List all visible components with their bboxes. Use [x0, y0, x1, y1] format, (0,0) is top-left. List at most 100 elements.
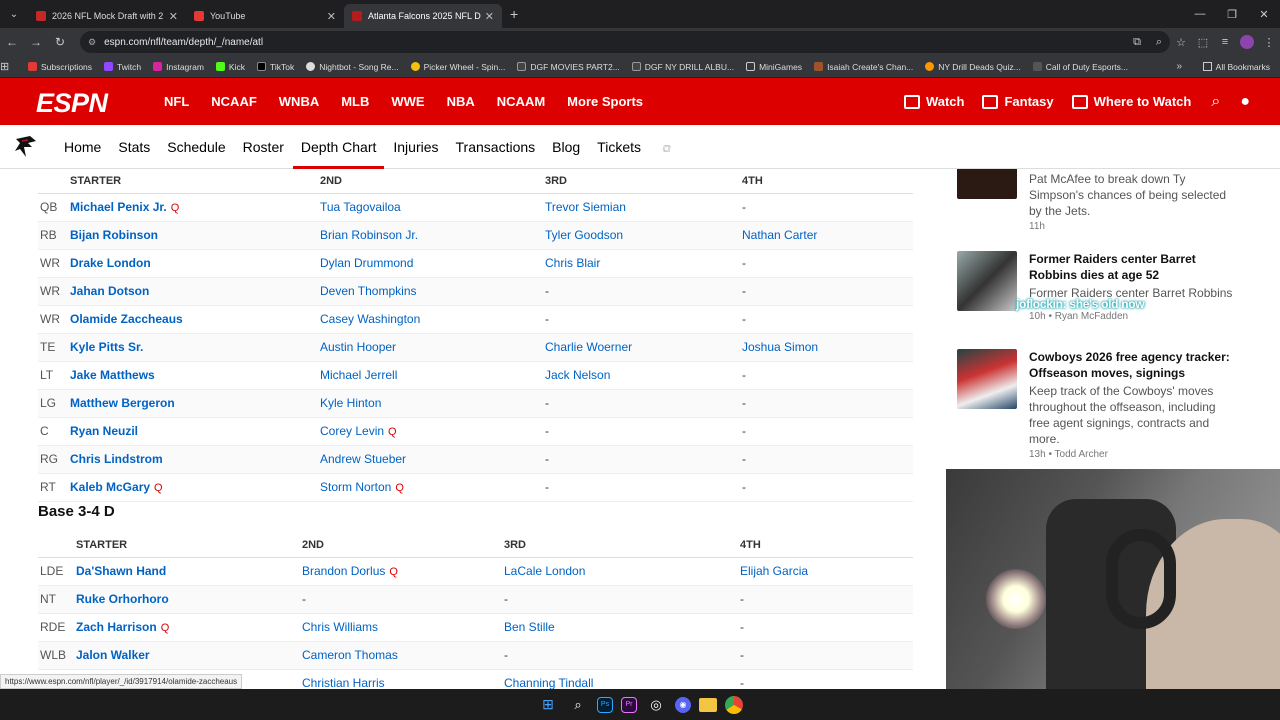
- bookmark-folder[interactable]: MiniGames: [746, 62, 802, 72]
- menu-icon[interactable]: ⋮: [1258, 36, 1280, 49]
- story-title[interactable]: Cowboys 2026 free agency tracker: Offsea…: [1029, 349, 1239, 381]
- player-link[interactable]: Andrew Stueber: [320, 445, 545, 474]
- nav-nfl[interactable]: NFL: [164, 94, 189, 109]
- browser-tab-active[interactable]: Atlanta Falcons 2025 NFL Depth ✕: [344, 4, 502, 28]
- player-link[interactable]: Chris Williams: [302, 613, 504, 642]
- bookmark-item[interactable]: Call of Duty Esports...: [1032, 62, 1128, 72]
- file-explorer-icon[interactable]: [699, 697, 717, 712]
- player-link[interactable]: Tyler Goodson: [545, 221, 742, 250]
- player-link[interactable]: Jahan Dotson: [70, 277, 320, 306]
- player-link[interactable]: Charlie Woerner: [545, 333, 742, 362]
- subnav-transactions[interactable]: Transactions: [456, 125, 536, 169]
- chrome-icon[interactable]: [725, 695, 743, 714]
- player-link[interactable]: Drake London: [70, 249, 320, 278]
- player-link[interactable]: Ryan Neuzil: [70, 417, 320, 446]
- player-link[interactable]: Storm Norton Q: [320, 473, 545, 502]
- bookmark-item[interactable]: Instagram: [153, 62, 204, 72]
- subnav-injuries[interactable]: Injuries: [393, 125, 438, 169]
- nav-mlb[interactable]: MLB: [341, 94, 369, 109]
- story-thumbnail[interactable]: [957, 349, 1017, 409]
- player-link[interactable]: Kaleb McGary Q: [70, 473, 320, 502]
- bookmark-item[interactable]: Picker Wheel - Spin...: [410, 62, 505, 72]
- bookmark-star-icon[interactable]: ☆: [1170, 36, 1192, 49]
- player-link[interactable]: Kyle Pitts Sr.: [70, 333, 320, 362]
- reload-icon[interactable]: ↻: [48, 35, 72, 49]
- new-tab-icon[interactable]: +: [510, 6, 518, 22]
- account-icon[interactable]: ●: [1240, 93, 1250, 111]
- player-link[interactable]: Channing Tindall: [504, 669, 740, 689]
- nav-ncaaf[interactable]: NCAAF: [211, 94, 257, 109]
- bookmark-item[interactable]: Isaiah Create's Chan...: [814, 62, 913, 72]
- subnav-stats[interactable]: Stats: [118, 125, 150, 169]
- player-link[interactable]: Chris Blair: [545, 249, 742, 278]
- watch-link[interactable]: Watch: [903, 94, 964, 109]
- bookmark-item[interactable]: DGF MOVIES PART2...: [517, 62, 620, 72]
- player-link[interactable]: Jack Nelson: [545, 361, 742, 390]
- reading-list-icon[interactable]: ≡: [1214, 36, 1236, 48]
- player-link[interactable]: Trevor Siemian: [545, 193, 742, 222]
- espn-logo[interactable]: ESPN: [36, 88, 108, 119]
- profile-avatar[interactable]: [1240, 35, 1254, 49]
- player-link[interactable]: Zach Harrison Q: [76, 613, 302, 642]
- discord-icon[interactable]: ◉: [675, 696, 691, 713]
- player-link[interactable]: Olamide Zaccheaus: [70, 305, 320, 334]
- install-icon[interactable]: ⧉: [1126, 36, 1148, 49]
- bookmark-item[interactable]: DGF NY DRILL ALBU...: [631, 62, 734, 72]
- nav-wwe[interactable]: WWE: [391, 94, 424, 109]
- player-link[interactable]: Matthew Bergeron: [70, 389, 320, 418]
- player-link[interactable]: Corey Levin Q: [320, 417, 545, 446]
- subnav-home[interactable]: Home: [64, 125, 101, 169]
- player-link[interactable]: Chris Lindstrom: [70, 445, 320, 474]
- player-link[interactable]: LaCale London: [504, 557, 740, 586]
- zoom-icon[interactable]: ⌕: [1148, 36, 1170, 49]
- premiere-icon[interactable]: Pr: [621, 696, 637, 713]
- subnav-blog[interactable]: Blog: [552, 125, 580, 169]
- nav-ncaam[interactable]: NCAAM: [497, 94, 545, 109]
- player-link[interactable]: Michael Penix Jr. Q: [70, 193, 320, 222]
- player-link[interactable]: Austin Hooper: [320, 333, 545, 362]
- player-link[interactable]: Deven Thompkins: [320, 277, 545, 306]
- search-icon[interactable]: ⌕: [567, 694, 589, 716]
- news-story[interactable]: Cowboys 2026 free agency tracker: Offsea…: [957, 349, 1247, 469]
- subnav-depth-chart[interactable]: Depth Chart: [292, 125, 385, 169]
- minimize-icon[interactable]: —: [1184, 8, 1216, 20]
- close-tab-icon[interactable]: ✕: [485, 10, 494, 23]
- close-window-icon[interactable]: ✕: [1248, 8, 1280, 21]
- player-link[interactable]: Da'Shawn Hand: [76, 557, 302, 586]
- player-link[interactable]: Casey Washington: [320, 305, 545, 334]
- player-link[interactable]: Jalon Walker: [76, 641, 302, 670]
- forward-icon[interactable]: →: [24, 35, 48, 49]
- maximize-icon[interactable]: ❐: [1216, 8, 1248, 21]
- news-story[interactable]: Pat McAfee to break down Ty Simpson's ch…: [957, 169, 1247, 232]
- player-link[interactable]: Bijan Robinson: [70, 221, 320, 250]
- back-icon[interactable]: ←: [0, 35, 24, 49]
- tab-search-icon[interactable]: ⌄: [0, 0, 28, 28]
- extensions-icon[interactable]: ⬚: [1192, 36, 1214, 49]
- nav-nba[interactable]: NBA: [447, 94, 475, 109]
- close-tab-icon[interactable]: ✕: [169, 10, 178, 23]
- close-tab-icon[interactable]: ✕: [327, 10, 336, 23]
- player-link[interactable]: Joshua Simon: [742, 333, 913, 362]
- apps-icon[interactable]: ⊞: [0, 60, 28, 73]
- url-field[interactable]: ⚙ espn.com/nfl/team/depth/_/name/atl: [80, 31, 1170, 53]
- bookmark-item[interactable]: NY Drill Deads Quiz...: [925, 62, 1021, 72]
- story-thumbnail[interactable]: [957, 251, 1017, 311]
- browser-tab[interactable]: YouTube ✕: [186, 4, 344, 28]
- news-story[interactable]: Former Raiders center Barret Robbins die…: [957, 251, 1247, 341]
- player-link[interactable]: Ruke Orhorhoro: [76, 585, 302, 614]
- subnav-schedule[interactable]: Schedule: [167, 125, 225, 169]
- more-bookmarks-icon[interactable]: »: [1176, 61, 1182, 72]
- player-link[interactable]: Dylan Drummond: [320, 249, 545, 278]
- fantasy-link[interactable]: Fantasy: [982, 94, 1054, 109]
- app-icon[interactable]: ◎: [645, 694, 667, 716]
- player-link[interactable]: Ben Stille: [504, 613, 740, 642]
- windows-start-icon[interactable]: ⊞: [537, 694, 559, 716]
- story-title[interactable]: Former Raiders center Barret Robbins die…: [1029, 251, 1239, 283]
- nav-wnba[interactable]: WNBA: [279, 94, 319, 109]
- browser-tab[interactable]: 2026 NFL Mock Draft with 2 Ro ✕: [28, 4, 186, 28]
- site-info-icon[interactable]: ⚙: [88, 37, 96, 48]
- player-link[interactable]: Brian Robinson Jr.: [320, 221, 545, 250]
- bookmark-item[interactable]: Twitch: [104, 62, 141, 72]
- all-bookmarks-button[interactable]: All Bookmarks: [1202, 62, 1270, 72]
- bookmark-item[interactable]: Kick: [215, 62, 245, 72]
